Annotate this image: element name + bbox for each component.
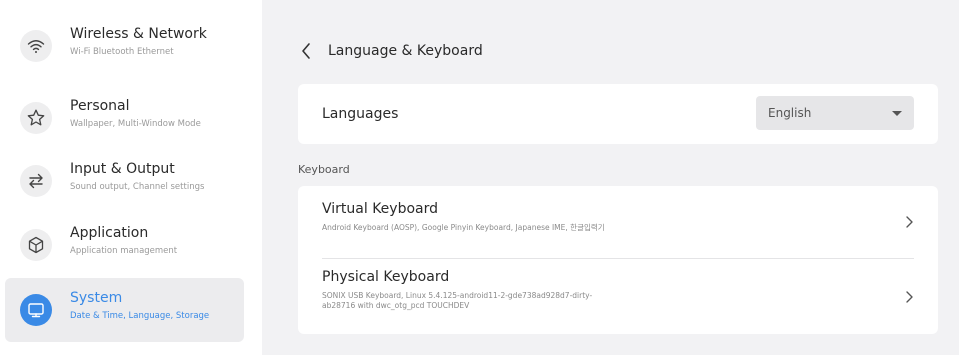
main-panel: Language & Keyboard Languages English Ke… — [262, 0, 959, 355]
sidebar-item-label: Application — [70, 225, 149, 241]
physical-keyboard-row[interactable]: Physical Keyboard SONIX USB Keyboard, Li… — [298, 259, 938, 334]
keyboard-section-label: Keyboard — [298, 163, 350, 176]
caret-down-icon — [892, 111, 902, 116]
sidebar: Wireless & Network Wi-Fi Bluetooth Ether… — [0, 0, 262, 355]
sidebar-item-label: System — [70, 290, 123, 306]
sidebar-item-subtitle: Sound output, Channel settings — [70, 182, 205, 192]
sidebar-item-label: Input & Output — [70, 161, 175, 177]
virtual-keyboard-title: Virtual Keyboard — [322, 201, 439, 217]
sidebar-item-input-output[interactable]: Input & Output Sound output, Channel set… — [5, 149, 244, 213]
sidebar-item-subtitle: Wallpaper, Multi-Window Mode — [70, 119, 201, 129]
sidebar-item-application[interactable]: Application Application management — [5, 213, 244, 277]
sidebar-item-personal[interactable]: Personal Wallpaper, Multi-Window Mode — [5, 86, 244, 150]
cube-icon — [20, 229, 52, 261]
language-dropdown[interactable]: English — [756, 96, 914, 130]
chevron-right-icon — [906, 291, 913, 303]
chevron-right-icon — [906, 216, 913, 228]
virtual-keyboard-row[interactable]: Virtual Keyboard Android Keyboard (AOSP)… — [298, 186, 938, 258]
physical-keyboard-description: SONIX USB Keyboard, Linux 5.4.125-androi… — [322, 291, 593, 310]
back-button[interactable] — [300, 40, 320, 62]
sidebar-item-label: Wireless & Network — [70, 26, 207, 42]
chevron-left-icon — [302, 43, 310, 59]
swap-arrows-icon — [20, 165, 52, 197]
keyboard-card: Virtual Keyboard Android Keyboard (AOSP)… — [298, 186, 938, 334]
languages-card: Languages English — [298, 84, 938, 144]
sidebar-item-subtitle: Application management — [70, 246, 178, 256]
page-title: Language & Keyboard — [328, 43, 483, 59]
monitor-icon — [20, 294, 52, 326]
language-dropdown-value: English — [768, 106, 812, 120]
wifi-icon — [20, 30, 52, 62]
sidebar-item-wireless-network[interactable]: Wireless & Network Wi-Fi Bluetooth Ether… — [5, 14, 244, 78]
star-icon — [20, 102, 52, 134]
languages-label: Languages — [322, 106, 399, 122]
virtual-keyboard-description: Android Keyboard (AOSP), Google Pinyin K… — [322, 223, 605, 232]
physical-keyboard-title: Physical Keyboard — [322, 269, 450, 285]
sidebar-item-subtitle: Date & Time, Language, Storage — [70, 311, 210, 321]
sidebar-item-label: Personal — [70, 98, 130, 114]
sidebar-item-system[interactable]: System Date & Time, Language, Storage — [5, 278, 244, 342]
sidebar-item-subtitle: Wi-Fi Bluetooth Ethernet — [70, 47, 174, 57]
